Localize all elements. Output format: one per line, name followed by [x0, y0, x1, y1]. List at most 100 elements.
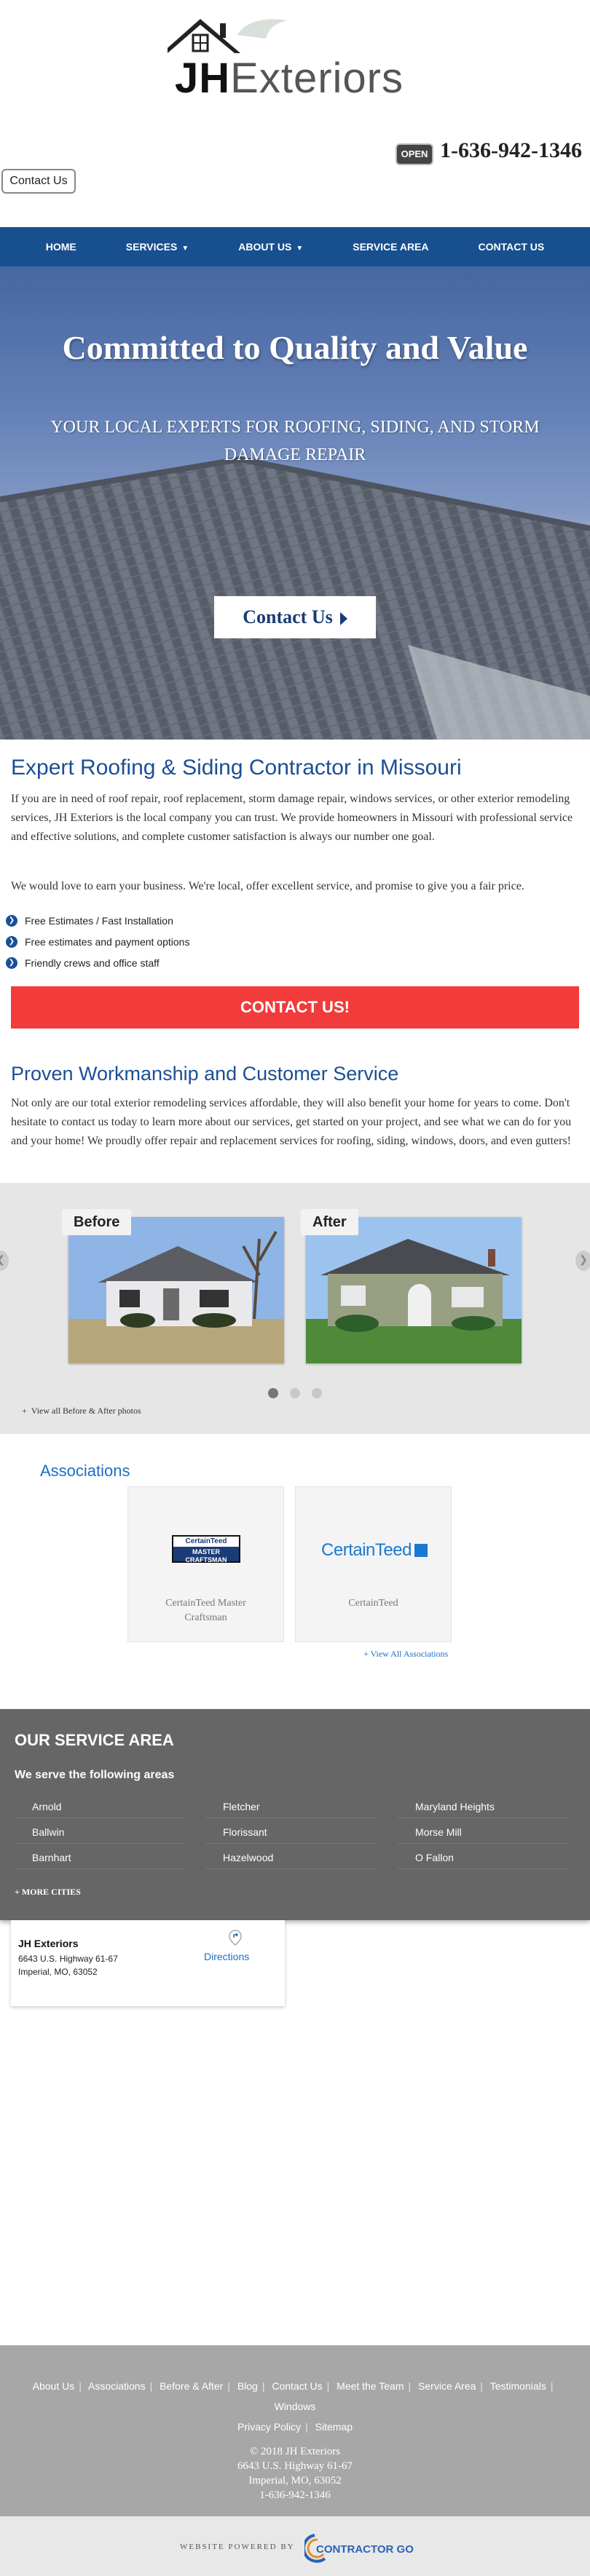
nav-label: HOME — [45, 241, 76, 253]
after-house-image — [306, 1217, 522, 1363]
divider: | — [149, 2380, 153, 2392]
hero-contact-button[interactable]: Contact Us — [214, 596, 376, 638]
logo-subtext: MASTER CRAFTSMAN — [185, 1548, 227, 1564]
footer-link-service-area[interactable]: Service Area — [418, 2380, 476, 2392]
city-link[interactable]: Fletcher — [205, 1798, 376, 1818]
divider: | — [326, 2380, 330, 2392]
city-link[interactable]: Morse Mill — [398, 1823, 568, 1844]
divider: | — [480, 2380, 484, 2392]
footer-link-privacy-policy[interactable]: Privacy Policy — [237, 2421, 301, 2433]
feature-list: ❯ Free Estimates / Fast Installation ❯ Fre… — [6, 910, 443, 973]
slider-dot-2[interactable] — [290, 1388, 300, 1398]
nav-item-contact-us[interactable]: CONTACT US — [479, 241, 545, 253]
after-label: After — [301, 1209, 358, 1235]
view-all-label: View All Associations — [370, 1649, 449, 1659]
city-link[interactable]: Maryland Heights — [398, 1798, 568, 1818]
view-all-associations-link[interactable]: + View All Associations — [363, 1649, 448, 1660]
footer-link-before-after[interactable]: Before & After — [160, 2380, 223, 2392]
address-line-2: Imperial, MO, 63052 — [18, 1967, 98, 1977]
header-phone[interactable]: 1-636-942-1346 — [440, 138, 582, 163]
view-all-label: View all Before & After photos — [31, 1406, 141, 1416]
city-link[interactable]: Arnold — [15, 1798, 185, 1818]
city-link[interactable]: Ballwin — [15, 1823, 185, 1844]
footer-link-contact-us[interactable]: Contact Us — [272, 2380, 322, 2392]
powered-by-bar: WEBSITE POWERED BY CONTRACTOR GO — [0, 2516, 590, 2576]
divider: | — [408, 2380, 412, 2392]
play-arrow-icon — [339, 612, 347, 626]
footer-link-blog[interactable]: Blog — [237, 2380, 258, 2392]
chevron-down-icon: ▼ — [296, 245, 304, 253]
footer-link-about-us[interactable]: About Us — [33, 2380, 75, 2392]
powered-by-text: WEBSITE POWERED BY — [180, 2543, 295, 2551]
logo-wordmark: JHExteriors — [175, 55, 404, 102]
nav-label: CONTACT US — [478, 241, 545, 253]
certainteed-master-logo: CertainTeed MASTER CRAFTSMAN — [172, 1535, 240, 1564]
footer-link-sitemap[interactable]: Sitemap — [315, 2421, 353, 2433]
divider: | — [79, 2380, 82, 2392]
footer-link-windows[interactable]: Windows — [275, 2401, 316, 2412]
contact-cta-button[interactable]: CONTACT US! — [11, 986, 579, 1029]
list-item-text: Free Estimates / Fast Installation — [25, 914, 173, 927]
slider-next-arrow-icon[interactable]: ❯ — [575, 1251, 590, 1271]
list-item-text: Friendly crews and office staff — [25, 956, 160, 969]
footer-links: About Us | Associations | Before & After | … — [15, 2376, 575, 2437]
hero-banner: Committed to Quality and Value YOUR LOCA… — [0, 266, 590, 740]
hero-subtitle: YOUR LOCAL EXPERTS FOR ROOFING, SIDING, … — [50, 418, 540, 464]
workmanship-heading: Proven Workmanship and Customer Service — [11, 1063, 399, 1085]
footer-link-associations[interactable]: Associations — [88, 2380, 146, 2392]
city-link[interactable]: Florissant — [205, 1823, 376, 1844]
slider-dot-3[interactable] — [312, 1388, 322, 1398]
certainteed-mark-icon — [414, 1544, 428, 1557]
association-card-master-craftsman[interactable]: CertainTeed MASTER CRAFTSMAN CertainTeed… — [127, 1486, 284, 1642]
nav-label: SERVICE AREA — [353, 241, 429, 253]
intro-paragraph: If you are in need of roof repair, roof … — [11, 793, 573, 843]
more-cities-link[interactable]: + MORE CITIES — [15, 1887, 81, 1898]
nav-item-service-area[interactable]: SERVICE AREA — [353, 241, 428, 253]
city-link[interactable]: O Fallon — [398, 1849, 568, 1869]
before-photo[interactable] — [68, 1217, 284, 1363]
directions-link[interactable]: Directions — [204, 1951, 249, 1962]
directions-icon[interactable] — [227, 1929, 243, 1946]
nav-item-about-us[interactable]: ABOUT US ▼ — [238, 241, 303, 253]
view-all-before-after-link[interactable]: + View all Before & After photos — [22, 1406, 141, 1416]
association-card-certainteed[interactable]: CertainTeed CertainTeed — [295, 1486, 452, 1642]
footer-address-2: Imperial, MO, 63052 — [248, 2475, 342, 2486]
city-link[interactable]: Hazelwood — [205, 1849, 376, 1869]
footer-link-meet-the-team[interactable]: Meet the Team — [337, 2380, 404, 2392]
contact-us-button[interactable]: Contact Us — [1, 169, 76, 194]
city-link[interactable]: Barnhart — [15, 1849, 185, 1869]
nav-label: ABOUT US — [238, 241, 292, 253]
footer-phone[interactable]: 1-636-942-1346 — [0, 2488, 590, 2502]
contractor-go-logo[interactable]: CONTRACTOR GO — [302, 2532, 414, 2568]
site-logo[interactable]: JHExteriors — [168, 13, 430, 102]
list-item: ❯ Friendly crews and office staff — [6, 952, 443, 973]
hero-title: Committed to Quality and Value — [62, 329, 528, 366]
logo-text: CertainTeed — [173, 1537, 239, 1547]
nav-item-home[interactable]: HOME — [46, 241, 76, 253]
intro-heading: Expert Roofing & Siding Contractor in Mi… — [11, 756, 462, 780]
copyright: © 2018 JH Exteriors — [249, 2446, 341, 2457]
open-status-badge: OPEN — [396, 143, 433, 165]
address-line-1: 6643 U.S. Highway 61-67 — [18, 1954, 118, 1964]
after-photo[interactable] — [306, 1217, 522, 1363]
site-footer: About Us | Associations | Before & After | … — [0, 2345, 590, 2516]
slider-dot-1[interactable] — [268, 1388, 278, 1398]
intro-paragraph-2: We would love to earn your business. We'… — [11, 880, 524, 892]
associations-heading: Associations — [40, 1462, 130, 1480]
before-label: Before — [62, 1209, 132, 1235]
logo-text: CertainTeed — [321, 1540, 412, 1560]
address-card: JH Exteriors 6643 U.S. Highway 61-67 Imp… — [11, 1920, 285, 2006]
divider: | — [261, 2380, 265, 2392]
site-header: JHExteriors OPEN 1-636-942-1346 Contact … — [0, 0, 590, 227]
association-name: CertainTeed Master Craftsman — [165, 1598, 246, 1623]
service-area-heading: OUR SERVICE AREA — [15, 1731, 174, 1749]
footer-address-1: 6643 U.S. Highway 61-67 — [237, 2460, 353, 2472]
logo-text: CONTRACTOR GO — [316, 2543, 414, 2556]
footer-link-testimonials[interactable]: Testimonials — [490, 2380, 546, 2392]
list-item-text: Free estimates and payment options — [25, 935, 190, 948]
chevron-down-icon: ▼ — [181, 245, 189, 253]
certainteed-logo: CertainTeed — [312, 1539, 437, 1561]
association-name: CertainTeed — [348, 1598, 398, 1609]
nav-item-services[interactable]: SERVICES ▼ — [126, 241, 189, 253]
plus-icon: + — [363, 1649, 371, 1659]
